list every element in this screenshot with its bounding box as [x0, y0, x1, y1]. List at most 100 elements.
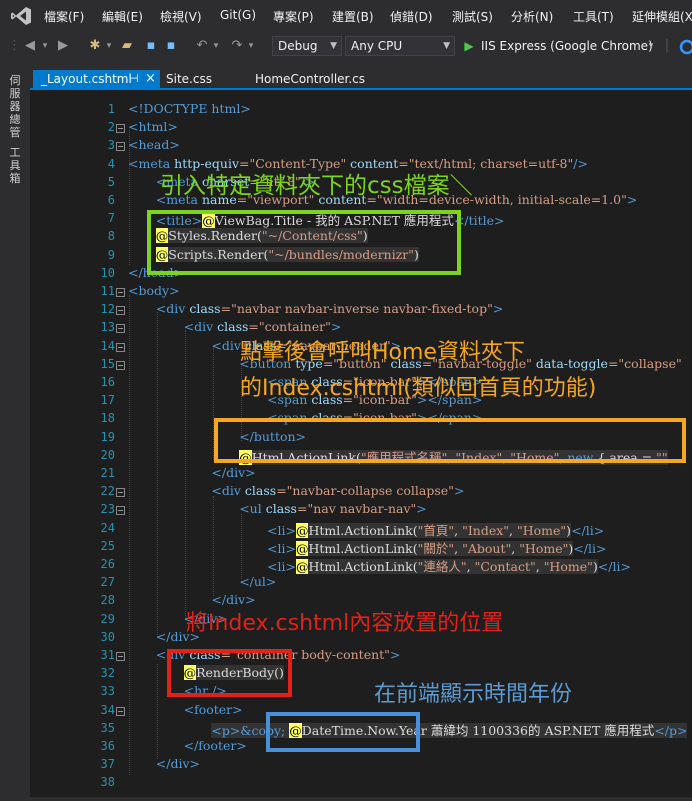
open-folder-icon[interactable]: ▰: [119, 37, 135, 55]
indent-guide: [157, 664, 158, 759]
code-line: <ul class="nav navbar-nav">: [239, 501, 427, 516]
razor-marker: @: [295, 540, 309, 556]
back-dropdown-icon[interactable]: ▾: [40, 37, 50, 55]
code-token: Html.ActionLink(: [308, 559, 418, 574]
menu-git[interactable]: Git(G): [220, 8, 256, 22]
collapse-toggle-icon[interactable]: −: [116, 360, 125, 370]
code-token: "Index": [462, 522, 510, 538]
line-number: 25: [100, 538, 115, 553]
menu-view[interactable]: 檢視(V): [160, 8, 202, 25]
code-token: </li>: [573, 540, 607, 556]
solution-configuration-select[interactable]: Debug ▼: [272, 36, 342, 56]
toolbox-tab[interactable]: 工具箱: [8, 146, 22, 185]
code-line: <!DOCTYPE html>: [128, 101, 251, 116]
new-project-icon[interactable]: ✱: [87, 37, 103, 55]
horizontal-scrollbar[interactable]: [0, 797, 692, 801]
toolbar: ⋮ ◀ ▾ ▶ ✱ ▾ ▰ ▪ ▪ ↶ ▾ ↷ ▾ Debug ▼ Any CP…: [0, 32, 692, 60]
annotation-datetime: 在前端顯示時間年份: [374, 682, 573, 707]
code-line: <div class="navbar navbar-inverse navbar…: [156, 301, 504, 316]
collapse-toggle-icon[interactable]: −: [116, 324, 125, 334]
line-number: 15: [100, 356, 115, 371]
save-all-icon[interactable]: ▪: [163, 37, 179, 55]
run-target-dropdown-icon[interactable]: ▾: [646, 37, 656, 55]
chevron-down-icon: ▼: [443, 41, 450, 51]
line-number: 1: [107, 102, 115, 116]
tab-homecontroller-cs[interactable]: HomeController.cs: [255, 70, 365, 88]
menu-test[interactable]: 測試(S): [452, 8, 493, 25]
menu-analyze[interactable]: 分析(N): [511, 8, 553, 25]
collapse-toggle-icon[interactable]: −: [116, 306, 125, 316]
code-token: >: [330, 319, 342, 335]
tab-layout-cshtml[interactable]: _Layout.cshtml ⊣ ×: [33, 70, 160, 90]
code-token: ,: [509, 522, 517, 538]
line-number: 17: [100, 393, 115, 408]
menu-build[interactable]: 建置(B): [332, 8, 374, 25]
close-icon[interactable]: ×: [145, 70, 156, 88]
solution-platform-select[interactable]: Any CPU ▼: [345, 36, 455, 56]
collapse-toggle-icon[interactable]: −: [116, 142, 125, 152]
code-token: >: [492, 301, 504, 317]
undo-dropdown-icon[interactable]: ▾: [211, 37, 221, 55]
collapse-toggle-icon[interactable]: −: [116, 342, 125, 352]
code-token: class: [185, 301, 221, 317]
undo-icon[interactable]: ↶: [194, 37, 210, 55]
green-highlight-box: [147, 210, 461, 275]
code-token: </p>: [654, 722, 688, 738]
indent-guide: [129, 295, 130, 775]
code-token: >: [389, 647, 401, 662]
collapse-toggle-icon[interactable]: −: [116, 652, 125, 661]
annotation-actionlink-line2: 的Index.cshtml(類似回首頁的功能): [240, 376, 597, 401]
collapse-toggle-icon[interactable]: −: [116, 506, 125, 516]
collapse-toggle-icon[interactable]: −: [116, 288, 125, 297]
pin-icon[interactable]: ⊣: [129, 70, 139, 88]
code-token: ,: [454, 522, 463, 538]
menu-edit[interactable]: 編輯(E): [102, 8, 143, 25]
annotation-renderbody: 將Index.cshtml內容放置的位置: [186, 611, 504, 636]
line-number: 8: [107, 229, 115, 244]
line-number: 24: [100, 520, 115, 535]
menu-tools[interactable]: 工具(T): [573, 8, 614, 25]
code-token: <div: [211, 337, 241, 353]
line-number: 30: [100, 629, 115, 644]
line-number: 31: [100, 648, 115, 662]
new-dropdown-icon[interactable]: ▾: [104, 37, 114, 55]
line-number: 3: [107, 138, 115, 153]
collapse-toggle-icon[interactable]: −: [116, 488, 125, 498]
line-number: 20: [100, 447, 115, 462]
tool-window-strip: 伺服器總管 工具箱: [0, 60, 30, 801]
line-number: 10: [100, 265, 115, 280]
menu-project[interactable]: 專案(P): [273, 8, 314, 25]
code-token: "Home": [516, 522, 567, 538]
razor-marker: @: [295, 522, 309, 538]
collapse-toggle-icon[interactable]: −: [116, 706, 125, 716]
redo-dropdown-icon[interactable]: ▾: [246, 37, 256, 55]
menu-extensions[interactable]: 延伸模組(X: [632, 8, 692, 25]
start-debugging-icon[interactable]: ▶: [462, 37, 476, 55]
save-icon[interactable]: ▪: [143, 37, 159, 55]
line-number: 28: [100, 593, 115, 608]
visual-studio-logo-icon[interactable]: [10, 6, 32, 26]
code-token: </div>: [211, 465, 256, 480]
server-explorer-tab[interactable]: 伺服器總管: [8, 74, 22, 139]
redo-icon[interactable]: ↷: [229, 37, 245, 55]
code-line: <li>@Html.ActionLink("連絡人", "Contact", "…: [267, 556, 631, 575]
run-target-label[interactable]: IIS Express (Google Chrome): [481, 37, 653, 55]
line-number: 37: [100, 757, 115, 772]
line-number: 7: [107, 211, 115, 226]
back-icon[interactable]: ◀: [22, 37, 38, 55]
collapse-toggle-icon[interactable]: −: [116, 124, 125, 134]
code-token: "連絡人": [417, 559, 467, 574]
menu-debug[interactable]: 偵錯(D): [390, 8, 433, 25]
code-line: <div class="navbar-collapse collapse">: [211, 483, 464, 498]
forward-icon[interactable]: ▶: [55, 37, 71, 55]
orange-highlight-box: [214, 418, 686, 463]
code-line: <li>@Html.ActionLink("關於", "About", "Hom…: [267, 538, 606, 557]
tab-site-css[interactable]: Site.css: [166, 70, 212, 88]
code-token: <ul: [239, 501, 262, 517]
menu-file[interactable]: 檔案(F): [44, 8, 84, 25]
indent-guide: [241, 514, 242, 579]
refresh-icon[interactable]: [679, 39, 692, 55]
razor-marker: @: [295, 559, 309, 574]
code-token: ="nav navbar-nav": [296, 501, 417, 517]
code-token: <li>: [267, 559, 296, 574]
